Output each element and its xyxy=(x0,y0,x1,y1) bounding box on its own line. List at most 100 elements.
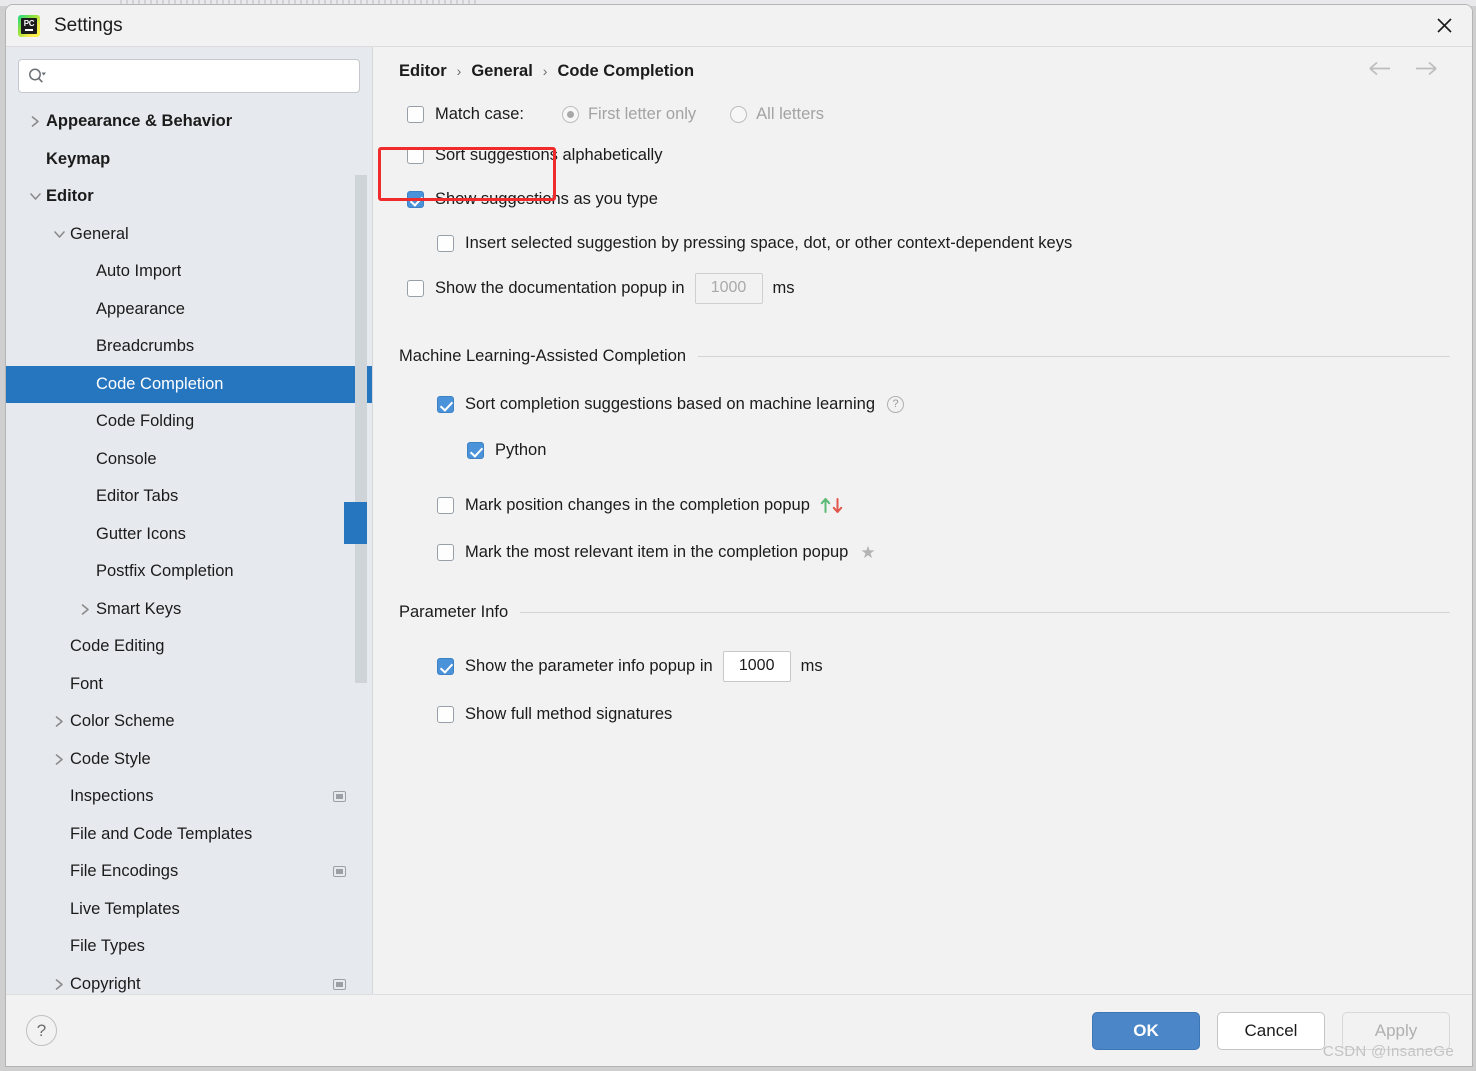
arrow-left-icon[interactable] xyxy=(1368,61,1392,76)
sidebar-item-general[interactable]: General xyxy=(6,216,372,254)
sidebar-item-console[interactable]: Console xyxy=(6,441,372,479)
arrow-right-icon[interactable] xyxy=(1414,61,1438,76)
sidebar-item-appearance-behavior[interactable]: Appearance & Behavior xyxy=(6,103,372,141)
sidebar-item-breadcrumbs[interactable]: Breadcrumbs xyxy=(6,328,372,366)
param-popup-checkbox[interactable] xyxy=(437,657,454,675)
up-down-arrows-icon xyxy=(820,497,843,514)
param-popup-delay-input[interactable]: 1000 xyxy=(722,650,791,682)
mark-relevant-checkbox[interactable] xyxy=(437,543,454,561)
mark-relevant-row: Mark the most relevant item in the compl… xyxy=(437,530,1450,574)
help-circle-icon[interactable]: ? xyxy=(887,395,905,413)
sidebar-item-code-style[interactable]: Code Style xyxy=(6,741,372,779)
sort-ml-checkbox[interactable] xyxy=(437,395,454,413)
python-checkbox[interactable] xyxy=(467,441,484,459)
sidebar-item-label: Smart Keys xyxy=(96,599,182,618)
sort-ml-row: Sort completion suggestions based on mac… xyxy=(437,380,1450,428)
sidebar-item-label: Color Scheme xyxy=(70,712,175,731)
radio-all-letters[interactable] xyxy=(730,105,748,123)
insert-suggestion-label: Insert selected suggestion by pressing s… xyxy=(465,233,1073,252)
chevron-right-icon[interactable] xyxy=(48,753,70,766)
settings-dialog: PC Settings Appearance & Behavior Keymap… xyxy=(5,4,1473,1067)
mark-position-label: Mark position changes in the completion … xyxy=(465,495,810,514)
sidebar-item-inspections[interactable]: Inspections xyxy=(6,778,372,816)
sidebar-item-code-completion[interactable]: Code Completion xyxy=(6,365,372,403)
sidebar-item-label: Code Editing xyxy=(70,637,165,656)
sidebar-item-file-and-code-templates[interactable]: File and Code Templates xyxy=(6,816,372,854)
doc-popup-delay-input[interactable]: 1000 xyxy=(694,272,763,304)
sidebar-item-code-editing[interactable]: Code Editing xyxy=(6,628,372,666)
sidebar-item-copyright[interactable]: Copyright xyxy=(6,966,372,995)
project-scope-icon xyxy=(333,791,346,803)
radio-all-letters-label: All letters xyxy=(756,104,825,123)
chevron-right-icon[interactable] xyxy=(74,603,96,616)
mark-position-checkbox[interactable] xyxy=(437,496,454,514)
param-popup-unit: ms xyxy=(800,656,823,675)
sidebar-item-label: Font xyxy=(70,674,104,693)
close-icon[interactable] xyxy=(1416,5,1472,46)
param-section-divider xyxy=(520,612,1450,613)
sidebar-item-smart-keys[interactable]: Smart Keys xyxy=(6,591,372,629)
radio-first-letter-only[interactable] xyxy=(561,105,579,123)
dialog-footer: ? OK Cancel Apply CSDN @InsaneGe xyxy=(6,994,1472,1066)
chevron-right-icon[interactable] xyxy=(48,715,70,728)
breadcrumb-editor[interactable]: Editor xyxy=(399,62,447,81)
sidebar-item-label: File Encodings xyxy=(70,862,179,881)
sidebar-item-file-types[interactable]: File Types xyxy=(6,928,372,966)
doc-popup-row: Show the documentation popup in 1000 ms xyxy=(407,265,1450,311)
param-popup-label: Show the parameter info popup in xyxy=(465,656,713,675)
ok-button[interactable]: OK xyxy=(1092,1011,1200,1050)
chevron-down-icon[interactable] xyxy=(48,229,70,240)
sidebar-item-label: Postfix Completion xyxy=(96,562,234,581)
sidebar-item-label: Console xyxy=(96,449,157,468)
sidebar-item-file-encodings[interactable]: File Encodings xyxy=(6,853,372,891)
sidebar-item-live-templates[interactable]: Live Templates xyxy=(6,891,372,929)
sidebar-item-color-scheme[interactable]: Color Scheme xyxy=(6,703,372,741)
search-input[interactable] xyxy=(49,68,351,84)
chevron-right-icon[interactable] xyxy=(24,115,46,128)
dialog-body: Appearance & Behavior Keymap Editor General… xyxy=(6,47,1472,994)
doc-popup-checkbox[interactable] xyxy=(407,279,424,297)
show-suggestions-checkbox[interactable] xyxy=(407,190,424,208)
cancel-button[interactable]: Cancel xyxy=(1217,1011,1325,1050)
search-box[interactable] xyxy=(18,59,360,93)
project-scope-icon xyxy=(333,866,346,878)
search-container xyxy=(6,47,372,101)
sidebar-item-editor-tabs[interactable]: Editor Tabs xyxy=(6,478,372,516)
sidebar-item-keymap[interactable]: Keymap xyxy=(6,141,372,179)
sidebar-item-postfix-completion[interactable]: Postfix Completion xyxy=(6,553,372,591)
sidebar-item-appearance[interactable]: Appearance xyxy=(6,291,372,329)
breadcrumb-general[interactable]: General xyxy=(471,62,532,81)
sidebar-item-code-folding[interactable]: Code Folding xyxy=(6,403,372,441)
chevron-down-icon[interactable] xyxy=(24,191,46,202)
sort-alphabetically-row: Sort suggestions alphabetically xyxy=(407,133,1450,177)
radio-first-letter-only-label: First letter only xyxy=(587,104,697,123)
sidebar-item-label: Inspections xyxy=(70,787,154,806)
breadcrumb-row: Editor › General › Code Completion xyxy=(399,47,1450,95)
show-suggestions-label: Show suggestions as you type xyxy=(435,189,658,208)
full-signatures-label: Show full method signatures xyxy=(465,704,673,723)
sidebar-item-label: Code Folding xyxy=(96,412,195,431)
sidebar-item-label: Keymap xyxy=(46,149,111,168)
sidebar-item-label: Gutter Icons xyxy=(96,524,186,543)
sidebar-item-label: Code Completion xyxy=(96,374,224,393)
pycharm-icon-inner: PC xyxy=(21,17,37,34)
show-suggestions-row: Show suggestions as you type xyxy=(407,177,1450,221)
sidebar-item-editor[interactable]: Editor xyxy=(6,178,372,216)
sidebar-scroll-marker xyxy=(344,502,355,544)
param-section-header: Parameter Info xyxy=(399,603,1450,622)
sidebar-item-auto-import[interactable]: Auto Import xyxy=(6,253,372,291)
sidebar-item-gutter-icons[interactable]: Gutter Icons xyxy=(6,516,372,554)
match-case-checkbox[interactable] xyxy=(407,105,424,123)
chevron-right-icon[interactable] xyxy=(48,978,70,991)
breadcrumb-separator-1: › xyxy=(456,63,462,79)
breadcrumb-code-completion: Code Completion xyxy=(557,61,695,80)
param-popup-row: Show the parameter info popup in 1000 ms xyxy=(437,640,1450,692)
sidebar-scrollbar-track[interactable] xyxy=(355,175,367,683)
sidebar-scrollbar-thumb[interactable] xyxy=(355,502,367,544)
insert-suggestion-checkbox[interactable] xyxy=(437,234,454,252)
full-signatures-checkbox[interactable] xyxy=(437,705,454,723)
sidebar-item-label: File Types xyxy=(70,937,145,956)
sort-alphabetically-checkbox[interactable] xyxy=(407,146,424,164)
sidebar-item-font[interactable]: Font xyxy=(6,666,372,704)
question-mark-icon[interactable]: ? xyxy=(26,1015,57,1046)
